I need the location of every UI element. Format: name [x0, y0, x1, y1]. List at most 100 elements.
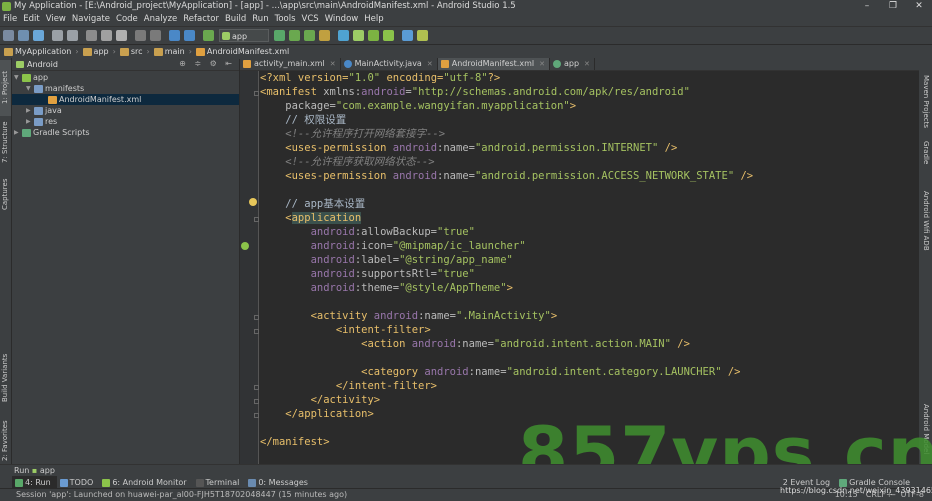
tool-tab-maven-projects[interactable]: Maven Projects	[919, 72, 932, 132]
tree-node-gradle-scripts[interactable]: ▶ Gradle Scripts	[14, 127, 237, 138]
code-line: </activity>	[260, 394, 381, 406]
folder-icon	[4, 48, 13, 56]
menu-tools[interactable]: Tools	[272, 13, 299, 26]
open-icon[interactable]	[3, 30, 14, 41]
tree-node-java[interactable]: ▶ java	[26, 105, 237, 116]
close-tab-icon[interactable]: ✕	[584, 58, 590, 70]
collapse-arrow-icon[interactable]: ▼	[14, 72, 22, 83]
menu-help[interactable]: Help	[361, 13, 386, 26]
menu-view[interactable]: View	[43, 13, 69, 26]
breadcrumb-item[interactable]: MyApplication ›	[4, 45, 79, 59]
window-title: My Application - [E:\Android_project\MyA…	[14, 1, 516, 11]
tree-node-manifests[interactable]: ▼ manifests	[26, 83, 237, 94]
make-project-icon[interactable]	[203, 30, 214, 41]
code-line: <intent-filter>	[260, 324, 431, 336]
code-line: <!--允许程序获取网络状态-->	[260, 156, 435, 168]
expand-arrow-icon[interactable]: ▶	[26, 116, 34, 127]
paste-icon[interactable]	[116, 30, 127, 41]
close-button[interactable]: ✕	[906, 0, 932, 13]
redo-icon[interactable]	[67, 30, 78, 41]
tool-tab-android-wifi-adb[interactable]: Android Wifi ADB	[919, 186, 932, 256]
project-structure-icon[interactable]	[383, 30, 394, 41]
code-editor[interactable]: <?xml version="1.0" encoding="utf-8"?> <…	[259, 71, 919, 464]
menu-code[interactable]: Code	[113, 13, 141, 26]
tab-app-gradle[interactable]: app ✕	[550, 58, 595, 70]
folder-icon	[34, 106, 43, 115]
menu-analyze[interactable]: Analyze	[141, 13, 181, 26]
module-icon	[22, 73, 31, 82]
menu-refactor[interactable]: Refactor	[180, 13, 222, 26]
replace-icon[interactable]	[150, 30, 161, 41]
cut-icon[interactable]	[86, 30, 97, 41]
project-panel: Android ⊕ ≑ ⚙ ⇤ ▼ app ▼ manifests Androi…	[12, 58, 239, 464]
collapse-arrow-icon[interactable]: ▼	[26, 83, 34, 94]
android-profile-icon[interactable]	[417, 30, 428, 41]
find-icon[interactable]	[135, 30, 146, 41]
menu-window[interactable]: Window	[322, 13, 362, 26]
minimize-button[interactable]: –	[854, 0, 880, 13]
back-icon[interactable]	[169, 30, 180, 41]
android-device-monitor-icon[interactable]	[368, 30, 379, 41]
attach-debugger-icon[interactable]	[304, 30, 315, 41]
menu-run[interactable]: Run	[249, 13, 271, 26]
tool-tab-captures[interactable]: Captures	[0, 174, 11, 214]
avd-manager-icon[interactable]	[338, 30, 349, 41]
code-line: <category android:name="android.intent.c…	[260, 366, 741, 378]
code-line: <action android:name="android.intent.act…	[260, 338, 690, 350]
tree-node-res[interactable]: ▶ res	[26, 116, 237, 127]
breadcrumb-item[interactable]: AndroidManifest.xml	[195, 45, 289, 59]
tree-node-androidmanifest[interactable]: AndroidManifest.xml	[12, 94, 239, 105]
tool-tab-favorites[interactable]: 2: Favorites	[0, 418, 11, 464]
xml-file-icon	[440, 60, 449, 68]
watermark-url: https://blog.csdn.net/weixin_43931465	[780, 486, 932, 495]
code-line: android:icon="@mipmap/ic_launcher"	[260, 240, 526, 252]
gradle-icon	[22, 128, 31, 137]
copy-icon[interactable]	[101, 30, 112, 41]
breadcrumb-item[interactable]: src ›	[119, 45, 150, 59]
undo-icon[interactable]	[52, 30, 63, 41]
java-class-icon	[343, 60, 352, 68]
run-icon[interactable]	[274, 30, 285, 41]
close-tab-icon[interactable]: ✕	[330, 58, 336, 70]
tool-tab-build-variants[interactable]: Build Variants	[0, 348, 11, 408]
folder-icon	[34, 117, 43, 126]
run-panel-header: Run ▪ app	[14, 466, 55, 475]
lightbulb-icon[interactable]	[249, 198, 257, 206]
editor-gutter	[240, 71, 259, 464]
sdk-manager-icon[interactable]	[353, 30, 364, 41]
breadcrumb: MyApplication › app › src › main › AndroidMa…	[0, 44, 932, 59]
menu-vcs[interactable]: VCS	[299, 13, 322, 26]
run-config-value: app	[232, 32, 248, 41]
forward-icon[interactable]	[184, 30, 195, 41]
debug-icon[interactable]	[289, 30, 300, 41]
expand-arrow-icon[interactable]: ▶	[26, 105, 34, 116]
breadcrumb-item[interactable]: main ›	[153, 45, 192, 59]
tool-tab-structure[interactable]: 7: Structure	[0, 116, 11, 168]
project-panel-actions[interactable]: ⊕ ≑ ⚙ ⇤	[179, 58, 235, 70]
code-line: </manifest>	[260, 436, 330, 448]
expand-arrow-icon[interactable]: ▶	[14, 127, 22, 138]
menu-build[interactable]: Build	[222, 13, 249, 26]
close-tab-icon[interactable]: ✕	[539, 58, 545, 70]
stop-icon[interactable]	[319, 30, 330, 41]
run-config-select[interactable]: app	[219, 29, 269, 42]
tree-node-app[interactable]: ▼ app	[14, 72, 237, 83]
project-view-select[interactable]: Android	[16, 59, 58, 71]
breadcrumb-item[interactable]: app ›	[82, 45, 116, 59]
close-tab-icon[interactable]: ✕	[427, 58, 433, 70]
menu-edit[interactable]: Edit	[20, 13, 42, 26]
help-icon[interactable]	[402, 30, 413, 41]
tab-activity-main[interactable]: activity_main.xml ✕	[240, 58, 341, 70]
menu-file[interactable]: File	[0, 13, 20, 26]
tool-tab-project[interactable]: 1: Project	[0, 60, 11, 116]
maximize-button[interactable]: ❐	[880, 0, 906, 13]
android-icon	[241, 242, 249, 250]
menu-navigate[interactable]: Navigate	[69, 13, 113, 26]
save-icon[interactable]	[18, 30, 29, 41]
tab-androidmanifest[interactable]: AndroidManifest.xml ✕	[437, 58, 550, 70]
code-line: android:theme="@style/AppTheme">	[260, 282, 513, 294]
tab-mainactivity[interactable]: MainActivity.java ✕	[341, 58, 438, 70]
sync-icon[interactable]	[33, 30, 44, 41]
tool-tab-gradle[interactable]: Gradle	[919, 136, 932, 170]
terminal-icon	[195, 478, 204, 487]
